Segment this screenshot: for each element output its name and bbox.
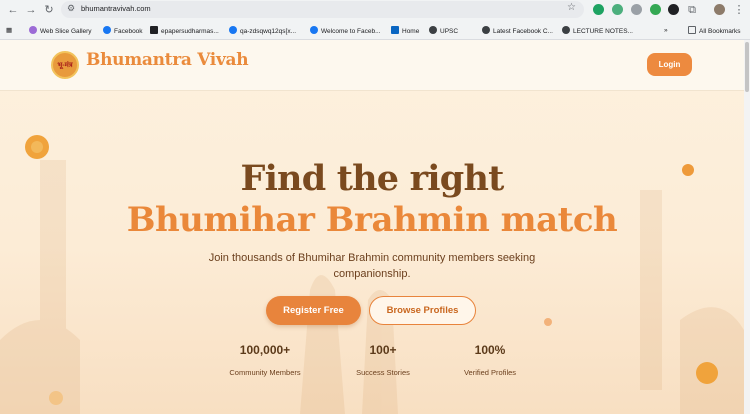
urn-right	[680, 307, 744, 414]
bookmark-item[interactable]: Home	[391, 26, 419, 36]
marigold-flower	[544, 318, 552, 326]
site-header: भू-मंत्र Bhumantra Vivah Login	[0, 40, 744, 91]
bookmark-item[interactable]: Latest Facebook C...	[482, 26, 553, 36]
marigold-flower	[31, 141, 43, 153]
login-button[interactable]: Login	[647, 53, 692, 76]
plant-left	[0, 320, 80, 414]
scrollbar-thumb[interactable]	[745, 42, 749, 92]
page: भू-मंत्र Bhumantra Vivah Login Find the …	[0, 40, 744, 414]
address-bar[interactable]: ⚙ bhumantravivah.com ☆	[61, 1, 584, 18]
page-scrollbar[interactable]	[744, 40, 750, 414]
brand-name[interactable]: Bhumantra Vivah	[86, 50, 249, 70]
register-free-button[interactable]: Register Free	[266, 296, 361, 325]
stat-label-verified: Verified Profiles	[463, 368, 517, 377]
extension-icon[interactable]	[668, 4, 679, 15]
bookmark-item[interactable]: UPSC	[429, 26, 458, 36]
bookmarks-bar: ▦ Web Slice Gallery Facebook epapersudha…	[0, 22, 750, 40]
bookmark-folder[interactable]: All Bookmarks	[688, 26, 741, 36]
extension-icon[interactable]	[650, 4, 661, 15]
back-arrow-icon[interactable]: ←	[6, 3, 20, 17]
hero-title-line1: Find the right	[240, 158, 505, 199]
bookmark-item[interactable]: Web Slice Gallery	[29, 26, 92, 36]
reload-icon[interactable]: ↻	[42, 3, 56, 17]
marigold-flower	[49, 391, 63, 405]
extension-icon[interactable]	[612, 4, 623, 15]
extension-icon[interactable]	[631, 4, 642, 15]
logo[interactable]: भू-मंत्र	[51, 51, 79, 79]
more-bookmarks-icon[interactable]: »	[664, 26, 668, 36]
hero-title-line2: Bhumihar Brahmin match	[126, 200, 618, 240]
avatar[interactable]	[714, 4, 725, 15]
folder-icon	[688, 26, 696, 34]
bookmark-item[interactable]: Facebook	[103, 26, 143, 36]
extension-icon[interactable]	[593, 4, 604, 15]
browser-chrome: ← → ↻ ⚙ bhumantravivah.com ☆ ⧉ ⋮ ▦ Web S…	[0, 0, 750, 40]
bookmark-item[interactable]: epapersudharmas...	[150, 26, 219, 36]
bookmark-item[interactable]: LECTURE NOTES...	[562, 26, 633, 36]
bookmark-item[interactable]: Welcome to Faceb...	[310, 26, 381, 36]
stat-value-members: 100,000+	[239, 343, 291, 357]
marigold-flower	[696, 362, 718, 384]
bookmark-star-icon[interactable]: ☆	[567, 2, 576, 13]
url-text: bhumantravivah.com	[81, 4, 151, 13]
hero-subtitle: Join thousands of Bhumihar Brahmin commu…	[208, 252, 536, 280]
browse-profiles-button[interactable]: Browse Profiles	[369, 296, 476, 325]
menu-kebab-icon[interactable]: ⋮	[732, 3, 746, 17]
forward-arrow-icon[interactable]: →	[24, 3, 38, 17]
extensions-icon[interactable]: ⧉	[685, 3, 699, 17]
logo-text: भू-मंत्र	[57, 62, 73, 69]
stat-label-members: Community Members	[229, 368, 301, 377]
bookmark-item[interactable]: qa-zdsqwq12qs[x...	[229, 26, 296, 36]
apps-grid-icon[interactable]: ▦	[6, 26, 12, 36]
site-info-icon[interactable]: ⚙	[67, 3, 75, 14]
stat-value-verified: 100%	[474, 343, 506, 357]
